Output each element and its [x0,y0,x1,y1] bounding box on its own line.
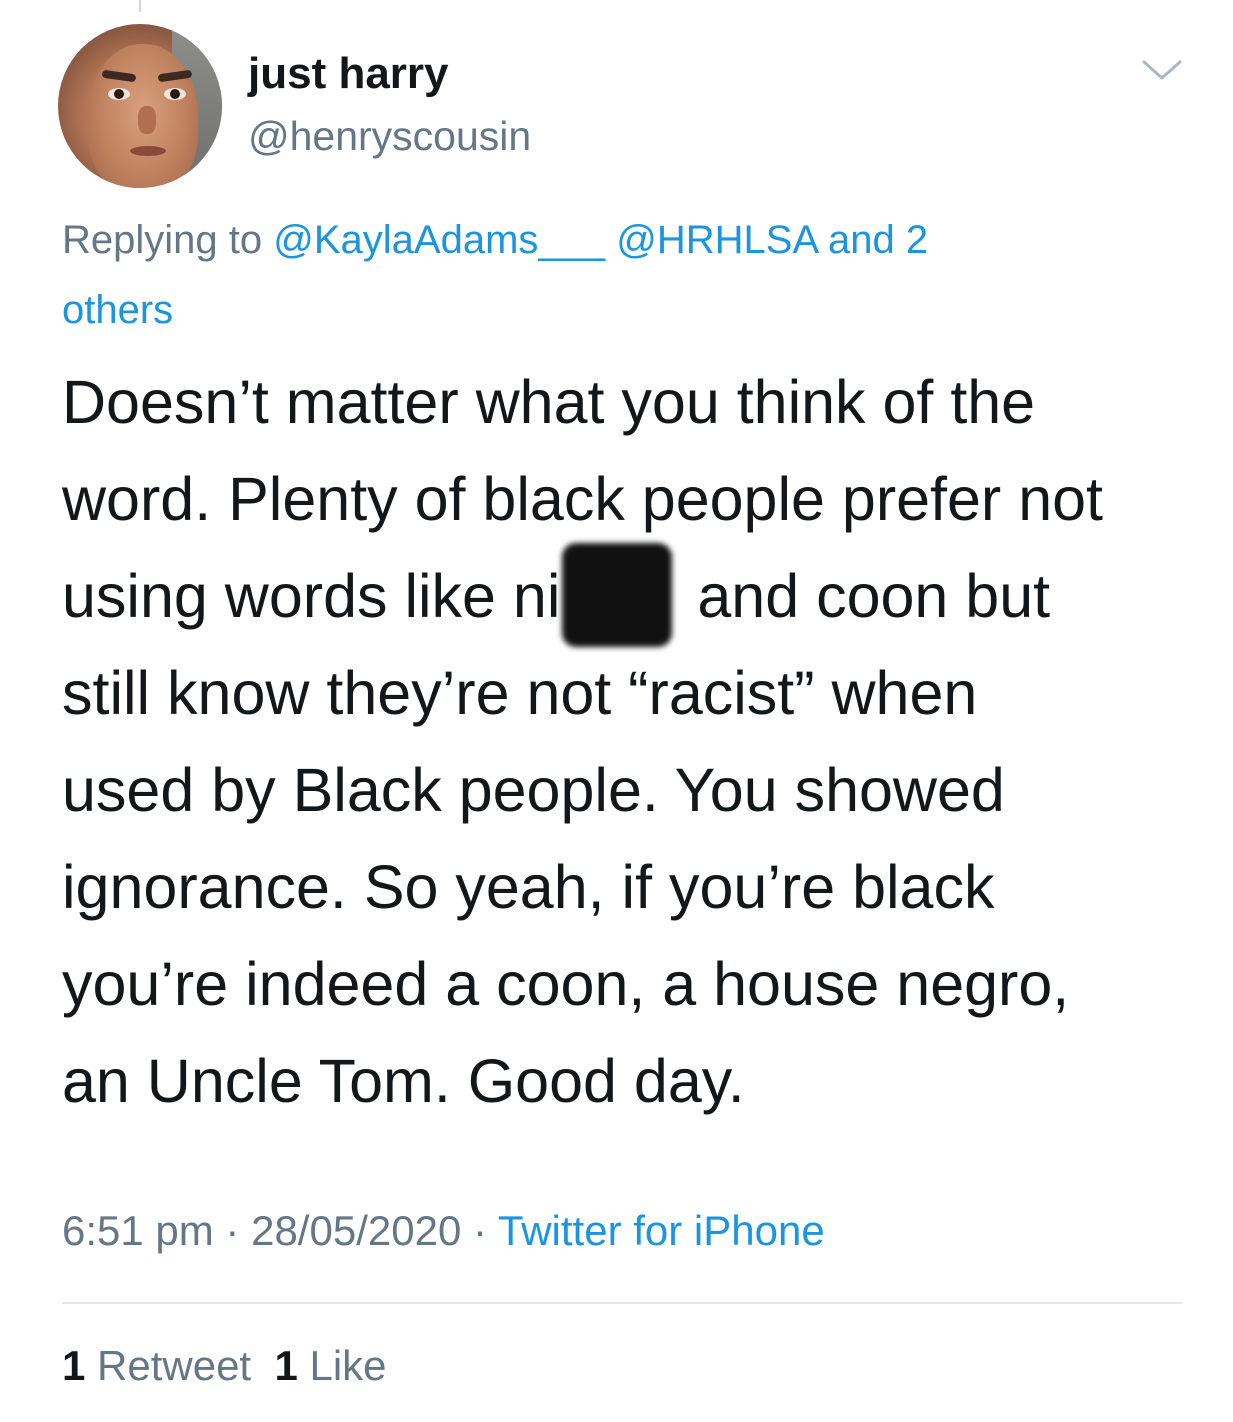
tweet-meta: 6:51 pm · 28/05/2020 · Twitter for iPhon… [62,1203,825,1259]
mention-link[interactable]: @HRHLSA [616,218,817,262]
tweet-text-line: Doesn’t matter what you think of the [62,368,1036,436]
replying-to-line-continued: others [62,286,1182,334]
chevron-down-icon[interactable] [1140,56,1184,84]
tweet-text-line: used by Black people. You showed [62,756,1005,824]
tweet-time[interactable]: 6:51 pm [62,1207,214,1254]
retweets-stat[interactable]: 1 Retweet [62,1342,251,1389]
tweet-source-link[interactable]: Twitter for iPhone [498,1207,825,1254]
retweet-label: Retweet [85,1342,252,1389]
tweet-date[interactable]: 28/05/2020 [251,1207,461,1254]
avatar-mouth [130,146,166,156]
thread-connector-line [139,0,141,12]
tweet-text-segment: using words like ni [62,562,561,630]
redaction-blot [562,543,673,647]
tweet-text: Doesn’t matter what you think of the wor… [62,367,1212,1143]
and-others-link[interactable]: and 2 [817,218,928,262]
avatar[interactable] [58,24,222,188]
user-handle[interactable]: @henryscousin [248,110,531,162]
like-count: 1 [274,1342,298,1389]
tweet-stats: 1 Retweet 1 Like [62,1338,387,1394]
tweet-text-line: an Uncle Tom. Good day. [62,1047,745,1115]
avatar-eye-right [164,88,186,100]
display-name[interactable]: just harry [248,46,449,102]
avatar-nose [138,106,156,134]
tweet-text-line: still know they’re not “racist” when [62,659,978,727]
redaction-mark [560,543,680,647]
tweet-text-line: ignorance. So yeah, if you’re black [62,853,995,921]
meta-separator: · [213,1207,252,1254]
meta-separator: · [461,1207,498,1254]
mention-link[interactable]: @KaylaAdams___ [273,218,605,262]
replying-to-prefix: Replying to [62,218,274,262]
tweet-text-line: you’re indeed a coon, a house negro, [62,950,1070,1018]
retweet-count: 1 [62,1342,86,1389]
like-label: Like [297,1342,387,1389]
divider [62,1302,1182,1304]
replying-to-line: Replying to @KaylaAdams___ @HRHLSA and 2 [62,216,1182,264]
avatar-eye-left [108,88,130,100]
tweet-text-segment: and coon but [680,562,1051,630]
likes-stat[interactable]: 1 Like [274,1342,386,1389]
others-link[interactable]: others [62,288,173,332]
tweet-text-line: using words like ni and coon but [62,543,1212,658]
